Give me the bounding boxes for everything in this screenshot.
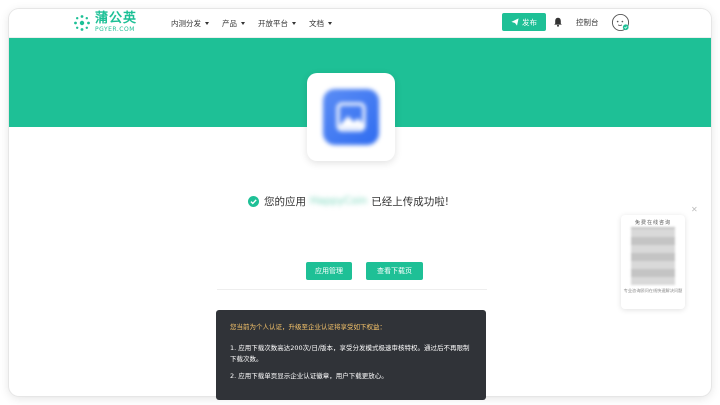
- success-suffix: 已经上传成功啦!: [371, 195, 449, 208]
- notice-item: 1. 应用下载次数高达200次/日/版本，享受分发模式极速审核特权。通过后不再限…: [230, 344, 470, 363]
- caret-down-icon: [292, 21, 296, 25]
- view-download-page-button[interactable]: 查看下载页: [366, 262, 423, 280]
- bell-icon[interactable]: [553, 17, 563, 27]
- consult-description: 专业咨询顾问在线快速解决问题: [623, 288, 683, 293]
- app-icon-card: [307, 73, 395, 161]
- nav-item-docs[interactable]: 文档: [309, 18, 332, 29]
- divider: [217, 289, 487, 290]
- logo-domain: PGYER.COM: [95, 26, 135, 33]
- check-circle-icon: [248, 195, 259, 207]
- nav-item-label: 产品: [222, 18, 237, 28]
- consult-widget[interactable]: 免费在线咨询 专业咨询顾问在线快速解决问题: [621, 215, 685, 309]
- paper-plane-icon: [511, 18, 519, 26]
- caret-down-icon: [328, 21, 332, 25]
- close-icon[interactable]: ✕: [691, 205, 698, 214]
- app-manage-button[interactable]: 应用管理: [306, 262, 352, 280]
- publish-button[interactable]: 发布: [502, 13, 546, 31]
- publish-label: 发布: [522, 17, 537, 27]
- nav-item-label: 开放平台: [258, 18, 288, 28]
- avatar-icon[interactable]: [611, 13, 630, 32]
- notice-item: 2. 应用下载单页显示企业认证徽章，用户下载更放心。: [230, 372, 388, 380]
- certification-notice: 您当前为个人认证，升级至企业认证将享受如下权益： 1. 应用下载次数高达200次…: [216, 310, 486, 400]
- app-icon: [323, 89, 379, 145]
- logo[interactable]: 蒲公英 PGYER.COM: [73, 12, 153, 34]
- upload-success-message: 您的应用 HappyCoin 已经上传成功啦!: [248, 193, 449, 209]
- nav-item-open-platform[interactable]: 开放平台: [258, 18, 296, 29]
- notice-headline: 您当前为个人认证，升级至企业认证将享受如下权益：: [230, 323, 386, 331]
- consult-title: 免费在线咨询: [634, 220, 671, 226]
- logo-text: 蒲公英: [95, 11, 138, 26]
- nav-item-label: 内测分发: [171, 18, 201, 28]
- image-placeholder-icon: [336, 102, 366, 132]
- app-name: HappyCoin: [310, 195, 368, 207]
- nav-item-label: 文档: [309, 18, 324, 28]
- console-link[interactable]: 控制台: [576, 17, 599, 28]
- top-navbar: 蒲公英 PGYER.COM 内测分发 产品 开放平台 文档 发布 控制台: [9, 9, 711, 38]
- caret-down-icon: [205, 21, 209, 25]
- dandelion-logo-icon: [74, 15, 90, 31]
- main-nav: 内测分发 产品 开放平台 文档: [171, 9, 345, 37]
- qr-code: [631, 227, 675, 285]
- nav-item-beta-distribution[interactable]: 内测分发: [171, 18, 209, 29]
- caret-down-icon: [241, 21, 245, 25]
- nav-item-products[interactable]: 产品: [222, 18, 245, 29]
- success-prefix: 您的应用: [264, 195, 306, 208]
